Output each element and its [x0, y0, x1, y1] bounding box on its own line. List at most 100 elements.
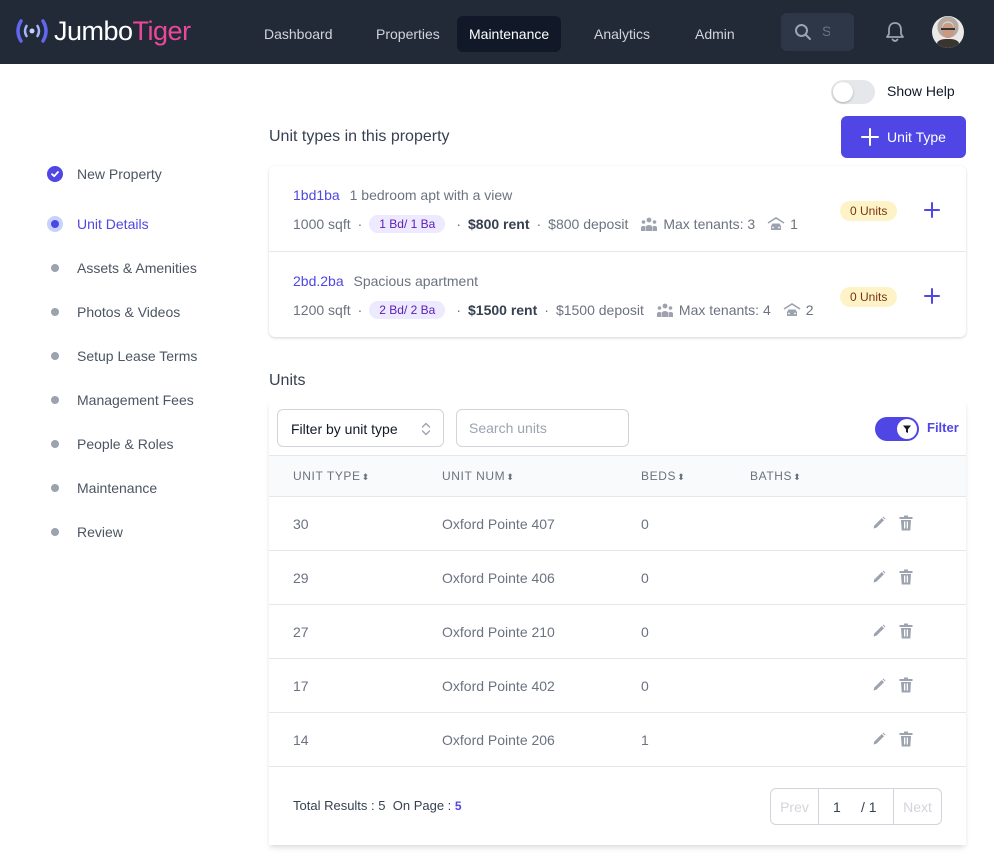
unit-type-code[interactable]: 2bd.2ba [293, 273, 344, 289]
cell-beds: 0 [641, 678, 649, 694]
users-icon [656, 303, 673, 317]
unit-type-filter-value: Filter by unit type [291, 421, 398, 437]
cell-unit-type: 30 [293, 516, 309, 532]
prev-page-button[interactable]: Prev [771, 789, 819, 824]
bell-icon[interactable] [884, 20, 906, 44]
step-setup-lease-terms[interactable]: Setup Lease Terms [45, 342, 197, 370]
unit-type-item: 2bd.2ba Spacious apartment 1200 sqft · 2… [269, 251, 966, 336]
column-header-unit-num[interactable]: UNIT NUM⬍ [442, 469, 514, 483]
sort-icon: ⬍ [506, 472, 515, 482]
show-help-toggle[interactable] [831, 80, 875, 104]
cell-unit-num: Oxford Pointe 206 [442, 732, 555, 748]
add-unit-plus-icon[interactable] [922, 286, 942, 306]
trash-icon[interactable] [899, 623, 913, 642]
trash-icon[interactable] [899, 515, 913, 534]
trash-icon[interactable] [899, 677, 913, 696]
column-header-beds[interactable]: BEDS⬍ [641, 469, 685, 483]
logo[interactable]: JumboTiger [14, 14, 191, 48]
edit-icon[interactable] [872, 678, 886, 695]
add-unit-plus-icon[interactable] [922, 200, 942, 220]
chevron-updown-icon [421, 422, 431, 436]
step-review[interactable]: Review [45, 518, 123, 546]
unit-type-sqft: 1200 sqft [293, 302, 351, 318]
current-step-icon [47, 216, 63, 232]
step-new-property[interactable]: New Property [45, 160, 162, 188]
filter-toggle[interactable] [875, 417, 919, 441]
search-icon [795, 24, 811, 40]
edit-icon[interactable] [872, 732, 886, 749]
table-row: 27 Oxford Pointe 210 0 [269, 605, 966, 659]
column-header-baths[interactable]: BATHS⬍ [750, 469, 801, 483]
step-label: People & Roles [77, 436, 174, 452]
pending-step-icon [51, 352, 59, 360]
units-count-badge: 0 Units [840, 201, 898, 221]
nav-admin[interactable]: Admin [683, 16, 747, 52]
cell-unit-type: 17 [293, 678, 309, 694]
step-label: Setup Lease Terms [77, 348, 198, 364]
edit-icon[interactable] [872, 624, 886, 641]
unit-type-code[interactable]: 1bd1ba [293, 187, 340, 203]
filter-toggle-label: Filter [927, 420, 959, 435]
pending-step-icon [51, 396, 59, 404]
cell-unit-type: 14 [293, 732, 309, 748]
next-page-button[interactable]: Next [893, 789, 941, 824]
users-icon [641, 217, 658, 231]
nav-maintenance[interactable]: Maintenance [457, 16, 562, 52]
pending-step-icon [51, 528, 59, 536]
garage-icon [783, 302, 801, 316]
table-row: 14 Oxford Pointe 206 1 [269, 713, 966, 767]
edit-icon[interactable] [872, 570, 886, 587]
broadcast-icon [16, 19, 48, 43]
trash-icon[interactable] [899, 731, 913, 750]
trash-icon[interactable] [899, 569, 913, 588]
global-search[interactable]: Search [781, 13, 854, 51]
pending-step-icon [51, 308, 59, 316]
step-unit-details[interactable]: Unit Details [45, 210, 149, 238]
step-label: Photos & Videos [77, 304, 181, 320]
global-search-placeholder: Search [822, 23, 830, 39]
cell-beds: 0 [641, 570, 649, 586]
unit-type-description: Spacious apartment [353, 273, 479, 289]
step-label: Assets & Amenities [77, 260, 197, 276]
table-row: 30 Oxford Pointe 407 0 [269, 497, 966, 551]
avatar[interactable] [932, 16, 964, 48]
step-maintenance[interactable]: Maintenance [45, 474, 157, 502]
units-table-card: Filter by unit type Filter UNIT TYPE⬍ UN… [269, 401, 966, 845]
cell-beds: 1 [641, 732, 649, 748]
table-header: UNIT TYPE⬍ UNIT NUM⬍ BEDS⬍ BATHS⬍ [269, 455, 966, 497]
column-header-unit-type[interactable]: UNIT TYPE⬍ [293, 469, 370, 483]
table-row: 17 Oxford Pointe 402 0 [269, 659, 966, 713]
cell-unit-num: Oxford Pointe 210 [442, 624, 555, 640]
cell-unit-type: 27 [293, 624, 309, 640]
garage-icon [767, 216, 785, 230]
current-page-input[interactable]: 1 [833, 799, 855, 815]
step-assets-amenities[interactable]: Assets & Amenities [45, 254, 197, 282]
step-management-fees[interactable]: Management Fees [45, 386, 194, 414]
unit-type-item: 1bd1ba 1 bedroom apt with a view 1000 sq… [269, 166, 966, 251]
step-label: New Property [77, 166, 162, 182]
table-row: 29 Oxford Pointe 406 0 [269, 551, 966, 605]
step-photos-videos[interactable]: Photos & Videos [45, 298, 180, 326]
cell-beds: 0 [641, 624, 649, 640]
plus-icon [861, 128, 880, 146]
unit-type-deposit: $800 deposit [548, 216, 629, 232]
unit-type-description: 1 bedroom apt with a view [349, 187, 513, 203]
sort-icon: ⬍ [793, 472, 802, 482]
nav-properties[interactable]: Properties [364, 16, 452, 52]
nav-analytics[interactable]: Analytics [582, 16, 662, 52]
unit-type-rent: $1500 rent [468, 302, 538, 318]
nav-dashboard[interactable]: Dashboard [252, 16, 345, 52]
units-count-badge: 0 Units [840, 287, 898, 307]
step-label: Maintenance [77, 480, 158, 496]
pending-step-icon [51, 484, 59, 492]
edit-icon[interactable] [872, 516, 886, 533]
pending-step-icon [51, 440, 59, 448]
unit-type-deposit: $1500 deposit [555, 302, 644, 318]
step-people-roles[interactable]: People & Roles [45, 430, 174, 458]
sort-icon: ⬍ [361, 472, 370, 482]
search-units-input[interactable] [456, 409, 629, 447]
add-unit-type-button[interactable]: Unit Type [841, 116, 966, 158]
pending-step-icon [51, 264, 59, 272]
on-page-label: On Page : [392, 798, 452, 813]
unit-type-filter-select[interactable]: Filter by unit type [277, 409, 444, 447]
